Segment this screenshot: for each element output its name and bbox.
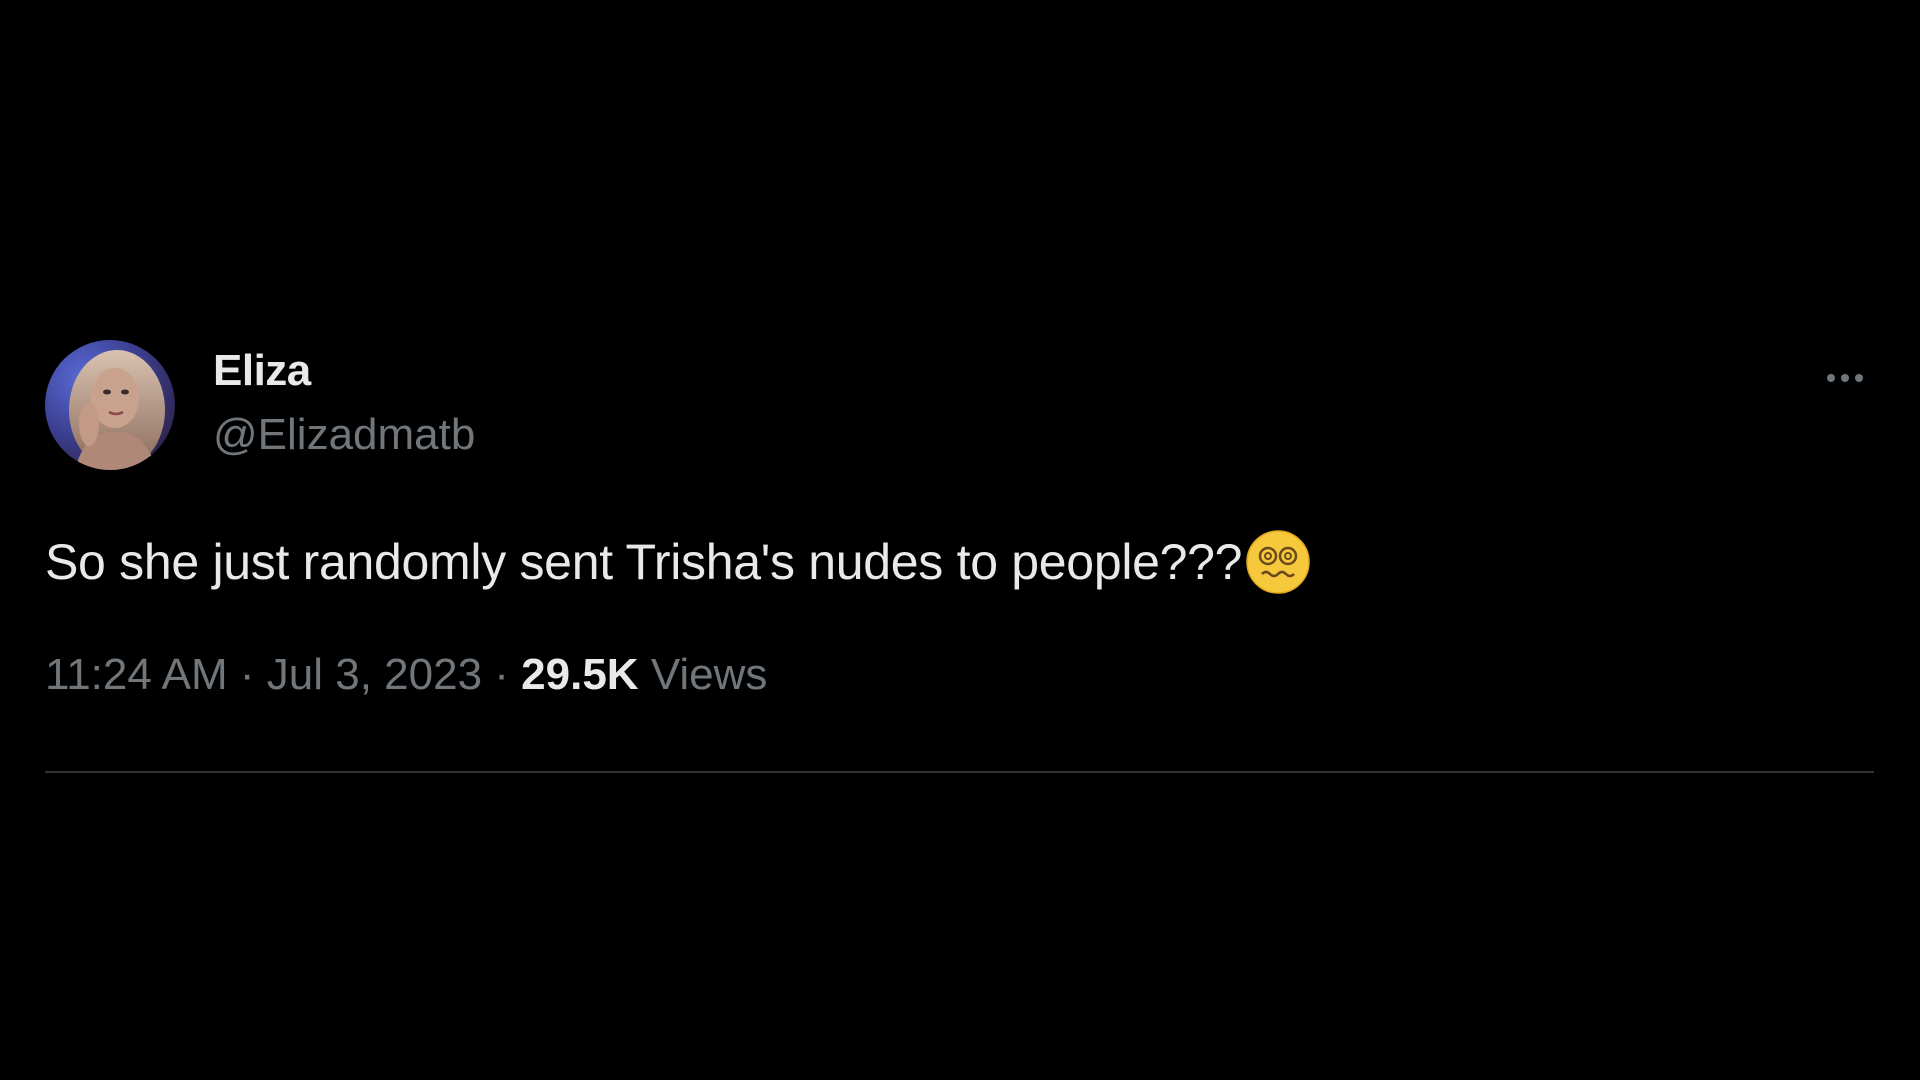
tweet-card: Eliza @Elizadmatb So she just randomly s… (45, 340, 1875, 702)
author-handle[interactable]: @Elizadmatb (213, 408, 475, 462)
more-horizontal-icon (1827, 374, 1835, 382)
author-display-name[interactable]: Eliza (213, 344, 475, 398)
tweet-time[interactable]: 11:24 AM (45, 650, 228, 699)
avatar-photo-icon (45, 340, 175, 470)
tweet-text: So she just randomly sent Trisha's nudes… (45, 528, 1875, 596)
meta-separator: · (494, 650, 509, 699)
tweet-meta: 11:24 AM · Jul 3, 2023 · 29.5K Views (45, 648, 1875, 702)
more-horizontal-icon-dot (1855, 374, 1863, 382)
tweet-header: Eliza @Elizadmatb (45, 340, 1875, 470)
more-options-button[interactable] (1815, 358, 1875, 398)
views-label: Views (650, 650, 768, 699)
woozy-face-emoji-icon (1246, 530, 1310, 594)
author-identity: Eliza @Elizadmatb (213, 344, 475, 462)
views-count[interactable]: 29.5K (521, 650, 638, 699)
more-horizontal-icon-dot (1841, 374, 1849, 382)
divider (45, 771, 1874, 773)
avatar[interactable] (45, 340, 175, 470)
tweet-text-content: So she just randomly sent Trisha's nudes… (45, 534, 1243, 590)
tweet-date[interactable]: Jul 3, 2023 (267, 650, 482, 699)
meta-separator: · (239, 650, 255, 699)
